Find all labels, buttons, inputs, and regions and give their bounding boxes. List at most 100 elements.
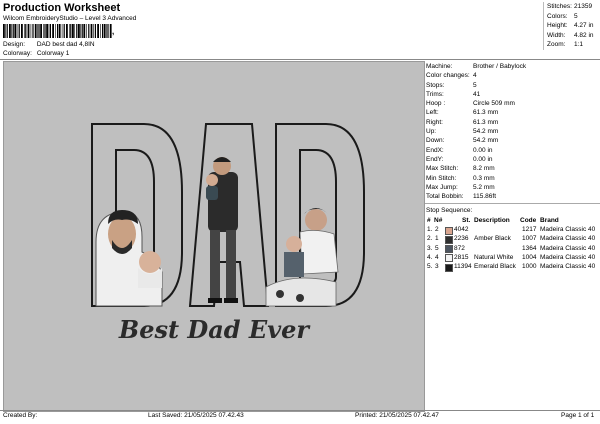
barcode-bar [24,24,25,38]
details-panel: Machine: Brother / Babylock Color changes:… [425,61,600,410]
stop-sequence-row: 4. 4 2815 Natural White 1004 Madeira Classic … [425,253,600,263]
barcode [3,24,112,38]
detail-label: Machine: [426,63,453,70]
col-code: Code [520,216,537,224]
detail-value: 61.3 mm [473,118,499,126]
left-figure-art [95,210,163,307]
design-caption: Best Dad Ever [118,315,310,344]
design-preview: Best Dad Ever [3,61,425,412]
barcode-bar [5,24,6,38]
row-code: 1007 [522,235,537,243]
zoom-label: Zoom: [547,41,566,48]
barcode-bar [76,24,78,38]
barcode-suffix: , [112,27,115,36]
barcode-bar [97,24,99,38]
detail-label: Max Stitch: [426,165,459,173]
barcode-bar [78,24,80,38]
stats-box: Stitches: 21359 Colors: 5 Height: 4.27 in W… [543,2,600,50]
design-row: Design: DAD best dad 4,8IN [3,41,95,48]
row-brand: Madeira Classic 40 [540,263,596,271]
row-code: 1004 [522,253,537,261]
barcode-bar [43,24,44,38]
barcode-bar [58,24,61,38]
barcode-bar [52,24,54,38]
colorway-row: Colorway: Colorway 1 [3,50,69,57]
barcode-bar [40,24,42,38]
detail-row: Max Stitch: 8.2 mm [425,164,600,173]
height-label: Height: [547,22,568,29]
colors-value: 5 [574,12,578,20]
detail-value: Circle 509 mm [473,100,515,108]
zoom-value: 1:1 [574,41,584,48]
middle-figure-art [206,157,238,303]
row-stitches: 872 [454,244,465,252]
details-divider [425,203,600,205]
row-num: 4. [427,253,433,261]
barcode-bar [93,24,94,38]
detail-row: Up: 54.2 mm [425,127,600,136]
barcode-bar [86,24,87,38]
height-value: 4.27 in [574,22,594,29]
barcode-bar [6,24,8,38]
barcode-bar [49,24,51,38]
row-n: 3 [435,263,439,271]
detail-value: 61.3 mm [473,109,499,117]
stop-sequence-header: # N# St. Description Code Brand [425,216,600,225]
barcode-bar [11,24,12,38]
barcode-bar [32,24,34,38]
col-brand: Brand [540,216,559,224]
detail-value: 5 [473,81,477,89]
stitches-value: 21359 [574,3,593,10]
barcode-bar [27,24,30,38]
detail-row: EndY: 0.00 in [425,155,600,164]
design-label: Design: [3,41,26,48]
row-brand: Madeira Classic 40 [540,253,596,261]
printed-date: Printed: 21/05/2025 07.42.47 [355,412,439,419]
row-num: 2. [427,235,433,243]
barcode-bar [107,24,109,38]
barcode-bar [83,24,86,38]
detail-row: Stops: 5 [425,81,600,90]
last-saved: Last Saved: 21/05/2025 07.42.43 [148,412,244,419]
colors-label: Colors: [547,12,568,20]
color-swatch [445,263,453,272]
row-brand: Madeira Classic 40 [540,235,596,243]
row-stitches: 2815 [454,253,469,261]
detail-row: Min Stitch: 0.3 mm [425,174,600,183]
created-by: Created By: [3,412,38,419]
software-subtitle: Wilcom EmbroideryStudio – Level 3 Advanc… [3,15,137,22]
barcode-bar [81,24,83,38]
barcode-bar [57,24,59,38]
details-list: Machine: Brother / Babylock Color changes:… [425,61,600,201]
row-code: 1364 [522,244,537,252]
detail-value: 5.2 mm [473,183,495,191]
color-swatch [445,254,453,263]
stop-sequence-row: 5. 3 11394 Emerald Black 1000 Madeira Classic… [425,262,600,272]
col-n: N# [434,216,443,224]
detail-row: Down: 54.2 mm [425,136,600,145]
barcode-bar [46,24,48,38]
detail-value: 115.86ft [473,193,497,201]
detail-label: Total Bobbin: [426,193,464,201]
detail-row: EndX: 0.00 in [425,146,600,155]
stop-sequence-rows: 1. 2 4042 1217 Madeira Classic 40 2. 1 2236 Ambe… [425,225,600,272]
barcode-bar [21,24,23,38]
footer-divider [0,410,600,411]
detail-label: Left: [426,109,439,117]
row-code: 1217 [522,226,537,234]
page-number: Page 1 of 1 [561,412,595,419]
barcode-bar [106,24,107,38]
row-num: 1. [427,226,433,234]
row-stitches: 11394 [454,263,472,271]
detail-value: 0.00 in [473,155,493,163]
barcode-bar [48,24,50,38]
row-stitches: 4042 [454,226,469,234]
width-label: Width: [547,31,566,39]
design-artwork [91,123,365,307]
detail-value: 54.2 mm [473,128,499,136]
design-value: DAD best dad 4,8IN [36,41,95,48]
stitches-label: Stitches: [547,3,572,10]
detail-label: Right: [426,118,443,126]
detail-value: Brother / Babylock [473,63,527,70]
barcode-bar [72,24,74,38]
